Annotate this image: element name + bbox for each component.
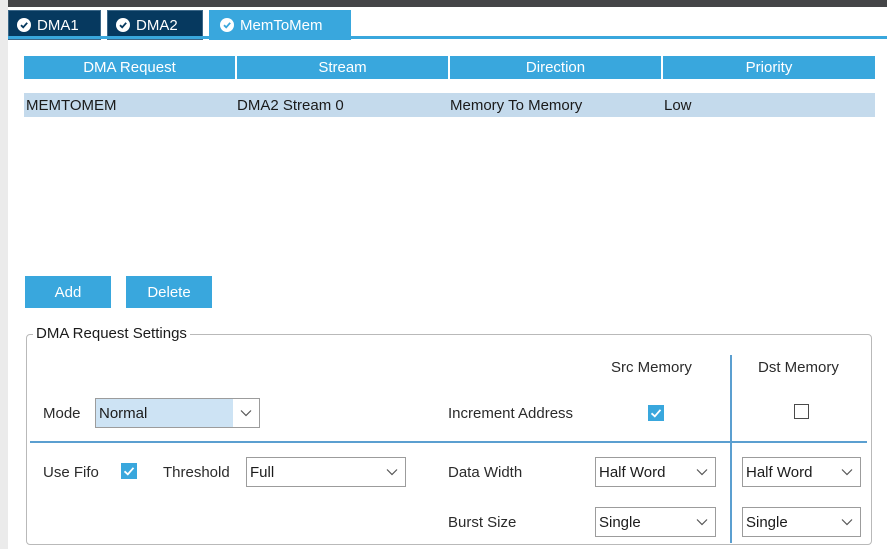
table-cell-direction: Memory To Memory [450,96,583,114]
tab-memtomem-label: MemToMem [240,16,323,34]
delete-button[interactable]: Delete [126,276,212,308]
checkmark-icon [123,467,135,476]
dst-burst-size-value: Single [746,513,788,531]
data-width-label: Data Width [448,464,523,481]
window-top-bar [0,0,887,7]
src-memory-header: Src Memory [611,359,692,376]
table-row[interactable]: MEMTOMEM DMA2 Stream 0 Memory To Memory … [24,93,875,117]
mem-to-mem-configuration-panel: DMA1 DMA2 MemToMem DMA Request Stream Di… [0,0,887,549]
tab-bar: DMA1 DMA2 MemToMem [8,7,887,40]
dst-data-width-value: Half Word [746,463,813,481]
checkmark-icon [650,409,662,418]
use-fifo-checkbox[interactable] [121,463,137,479]
chevron-down-icon [689,458,715,486]
dst-burst-size-select[interactable]: Single [742,507,861,537]
table-cell-dma-request: MEMTOMEM [26,96,117,114]
check-circle-icon [17,18,31,32]
left-border-strip [0,0,8,549]
threshold-select[interactable]: Full [246,457,406,487]
add-button[interactable]: Add [25,276,111,308]
use-fifo-label: Use Fifo [43,464,99,481]
table-cell-priority: Low [664,96,692,114]
dst-increment-address-checkbox[interactable] [794,404,809,419]
tab-dma1-label: DMA1 [37,16,79,34]
chevron-down-icon [834,508,860,536]
src-data-width-value: Half Word [599,463,666,481]
table-cell-stream: DMA2 Stream 0 [237,96,344,114]
dst-memory-header: Dst Memory [758,359,839,376]
src-data-width-select[interactable]: Half Word [595,457,716,487]
column-header-direction[interactable]: Direction [450,56,661,79]
src-burst-size-select[interactable]: Single [595,507,716,537]
column-header-priority[interactable]: Priority [663,56,875,79]
tab-dma2-label: DMA2 [136,16,178,34]
mode-select-value: Normal [96,399,233,427]
src-burst-size-value: Single [599,513,641,531]
burst-size-label: Burst Size [448,514,517,531]
check-circle-icon [220,18,234,32]
chevron-down-icon [689,508,715,536]
check-circle-icon [116,18,130,32]
chevron-down-icon [233,399,259,427]
settings-vertical-separator [730,355,732,543]
src-increment-address-checkbox[interactable] [648,405,664,421]
mode-select[interactable]: Normal [95,398,260,428]
tab-underline [8,36,887,39]
chevron-down-icon [834,458,860,486]
chevron-down-icon [379,458,405,486]
increment-address-label: Increment Address [448,405,574,422]
column-header-dma-request[interactable]: DMA Request [24,56,235,79]
dma-request-settings-legend: DMA Request Settings [33,325,190,342]
mode-label: Mode [43,405,81,422]
threshold-select-value: Full [250,463,275,481]
column-header-stream[interactable]: Stream [237,56,448,79]
dst-data-width-select[interactable]: Half Word [742,457,861,487]
threshold-label: Threshold [163,464,230,481]
settings-horizontal-separator [30,441,867,443]
